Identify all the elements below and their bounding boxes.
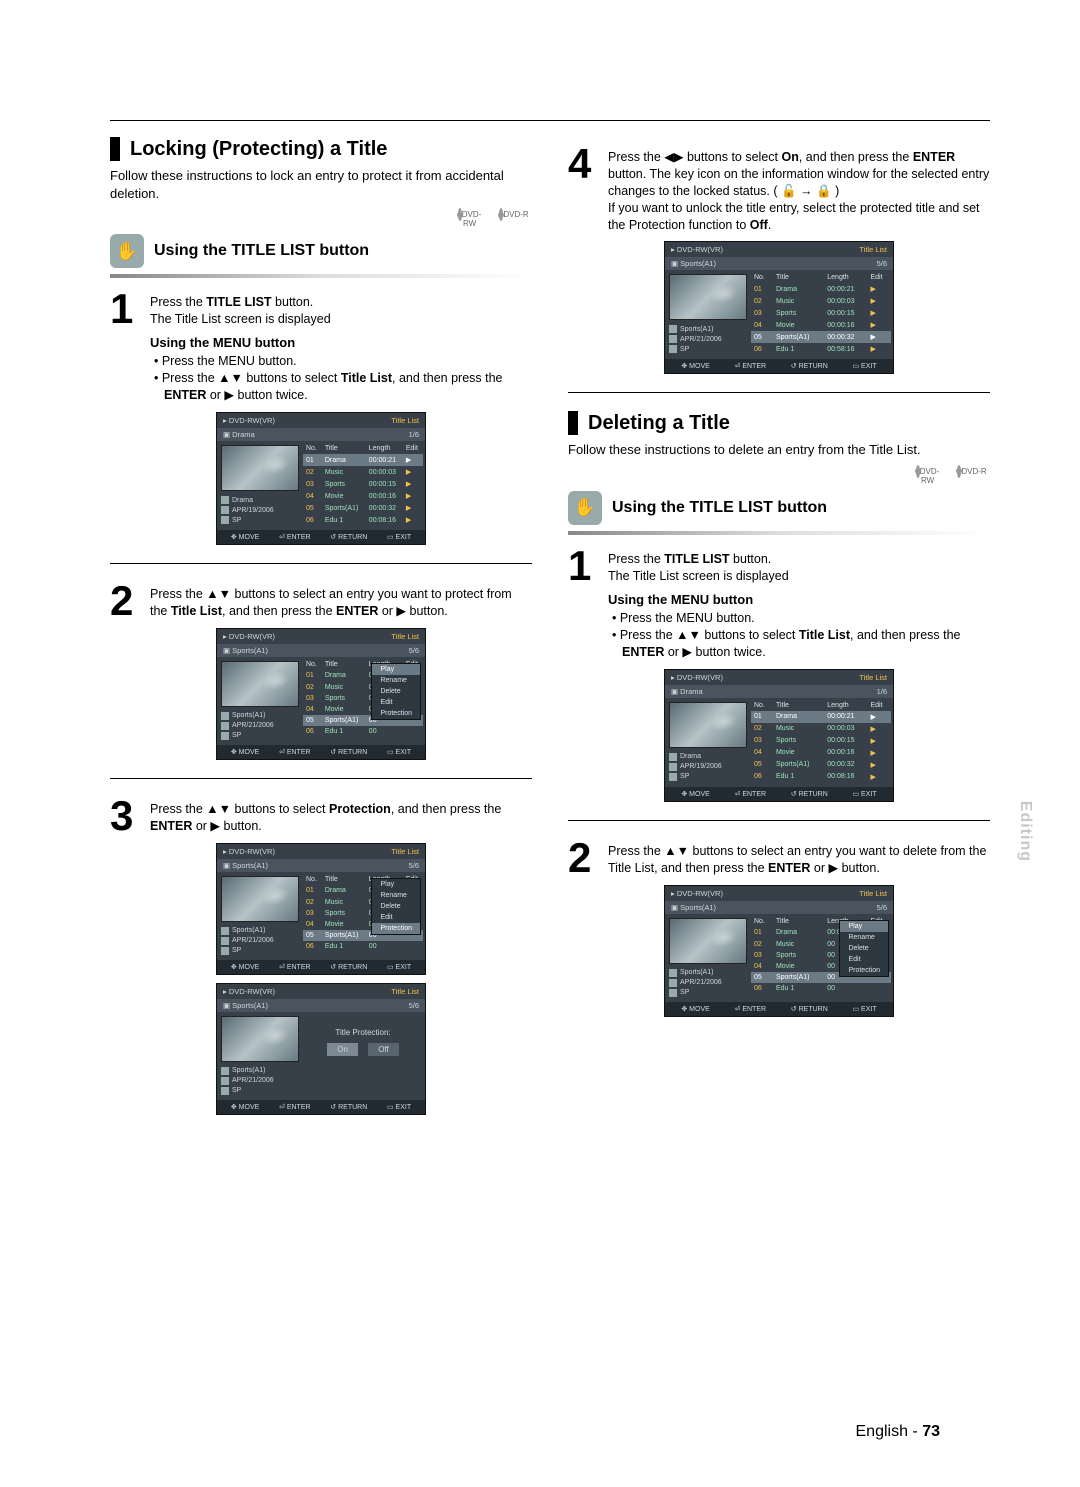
using-title-list-heading: Using the TITLE LIST button bbox=[154, 242, 369, 260]
dvd-rw-icon: DVD-RW bbox=[452, 210, 488, 228]
using-title-list-heading: Using the TITLE LIST button bbox=[612, 499, 827, 517]
osd-screenshot-1: ▸ DVD-RW(VR)Title List ▣ Drama1/6 Drama … bbox=[216, 412, 426, 545]
accent-bar bbox=[110, 137, 120, 161]
disc-icons: DVD-RW DVD-R bbox=[568, 467, 990, 485]
osd-screenshot-locked: ▸ DVD-RW(VR)Title List ▣ Sports(A1)5/6 S… bbox=[664, 241, 894, 374]
section-locking: Locking (Protecting) a Title bbox=[110, 137, 532, 161]
section-title: Locking (Protecting) a Title bbox=[130, 138, 387, 161]
step-2d-text: Press the ▲▼ buttons to select an entry … bbox=[608, 839, 990, 877]
gradient-rule bbox=[568, 531, 990, 535]
osd-screenshot-d2: ▸ DVD-RW(VR)Title List ▣ Sports(A1)5/6 S… bbox=[664, 885, 894, 1017]
step-1-text: Press the TITLE LIST button. The Title L… bbox=[150, 290, 532, 404]
step-1d-text: Press the TITLE LIST button. The Title L… bbox=[608, 547, 990, 661]
bullet-press-title-list: • Press the ▲▼ buttons to select Title L… bbox=[150, 370, 532, 404]
osd-screenshot-3: ▸ DVD-RW(VR)Title List ▣ Sports(A1)5/6 S… bbox=[216, 843, 426, 975]
top-rule bbox=[110, 120, 990, 121]
step-4-text: Press the ◀▶ buttons to select On, and t… bbox=[608, 145, 990, 233]
section-title: Deleting a Title bbox=[588, 412, 730, 435]
protection-off: Off bbox=[368, 1043, 399, 1056]
thumbnail-icon bbox=[221, 1016, 299, 1062]
accent-bar bbox=[568, 411, 578, 435]
step-4-number: 4 bbox=[568, 145, 598, 233]
thumbnail-icon bbox=[669, 918, 747, 964]
dvd-r-icon: DVD-R bbox=[954, 467, 990, 476]
thumbnail-icon bbox=[669, 274, 747, 320]
page-footer: English - 73 bbox=[856, 1423, 941, 1441]
step-1d-number: 1 bbox=[568, 547, 598, 661]
osd-screenshot-4: ▸ DVD-RW(VR)Title List ▣ Sports(A1)5/6 S… bbox=[216, 983, 426, 1115]
side-tab-label: Editing bbox=[1016, 801, 1034, 862]
edit-popup: Play Rename Delete Edit Protection bbox=[839, 920, 889, 977]
divider bbox=[568, 820, 990, 821]
dvd-rw-icon: DVD-RW bbox=[910, 467, 946, 485]
protection-on: On bbox=[327, 1043, 358, 1056]
using-title-list-row: ✋ Using the TITLE LIST button bbox=[110, 234, 532, 268]
locking-intro: Follow these instructions to lock an ent… bbox=[110, 167, 532, 202]
divider bbox=[110, 563, 532, 564]
bullet-press-menu: • Press the MENU button. bbox=[150, 353, 532, 370]
gradient-rule bbox=[110, 274, 532, 278]
bullet-press-title-list: • Press the ▲▼ buttons to select Title L… bbox=[608, 627, 990, 661]
osd-screenshot-2: ▸ DVD-RW(VR)Title List ▣ Sports(A1)5/6 S… bbox=[216, 628, 426, 760]
disc-icons: DVD-RW DVD-R bbox=[110, 210, 532, 228]
thumbnail-icon bbox=[669, 702, 747, 748]
section-deleting: Deleting a Title bbox=[568, 411, 990, 435]
dvd-r-icon: DVD-R bbox=[496, 210, 532, 219]
bullet-press-menu: • Press the MENU button. bbox=[608, 610, 990, 627]
step-1-number: 1 bbox=[110, 290, 140, 404]
using-menu-heading: Using the MENU button bbox=[150, 334, 532, 352]
thumbnail-icon bbox=[221, 876, 299, 922]
step-2-text: Press the ▲▼ buttons to select an entry … bbox=[150, 582, 532, 620]
divider bbox=[110, 778, 532, 779]
protection-panel: Title Protection: On Off bbox=[303, 1014, 423, 1070]
thumbnail-icon bbox=[221, 445, 299, 491]
using-menu-heading: Using the MENU button bbox=[608, 591, 990, 609]
osd-screenshot-d1: ▸ DVD-RW(VR)Title List ▣ Drama1/6 Drama … bbox=[664, 669, 894, 802]
step-3-text: Press the ▲▼ buttons to select Protectio… bbox=[150, 797, 532, 835]
step-2-number: 2 bbox=[110, 582, 140, 620]
edit-popup: Play Rename Delete Edit Protection bbox=[371, 663, 421, 720]
deleting-intro: Follow these instructions to delete an e… bbox=[568, 441, 990, 459]
divider bbox=[568, 392, 990, 393]
step-2d-number: 2 bbox=[568, 839, 598, 877]
thumbnail-icon bbox=[221, 661, 299, 707]
title-list-keycap-icon: ✋ bbox=[110, 234, 144, 268]
step-3-number: 3 bbox=[110, 797, 140, 835]
using-title-list-row: ✋ Using the TITLE LIST button bbox=[568, 491, 990, 525]
edit-popup: Play Rename Delete Edit Protection bbox=[371, 878, 421, 935]
title-list-keycap-icon: ✋ bbox=[568, 491, 602, 525]
